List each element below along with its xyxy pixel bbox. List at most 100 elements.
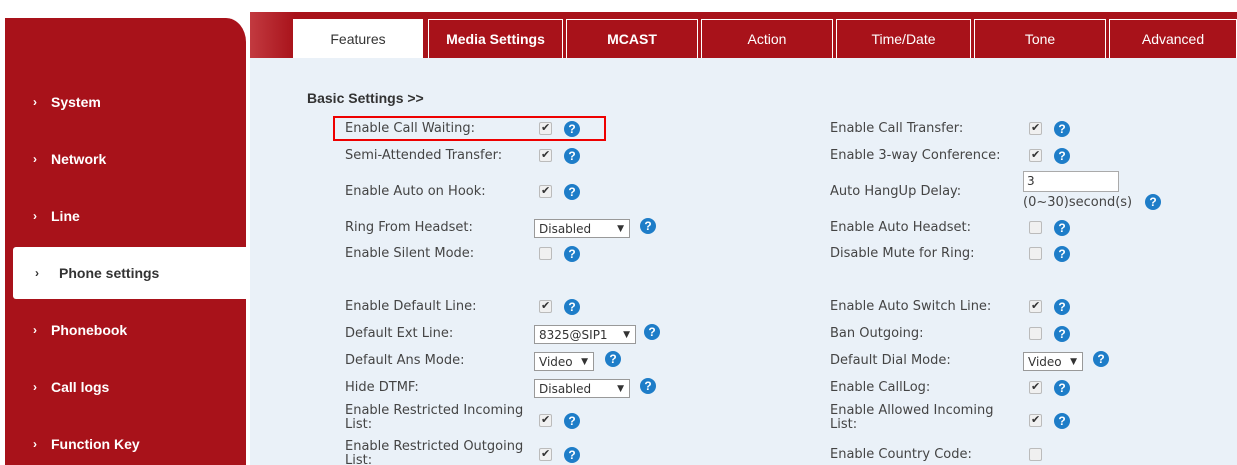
help-icon[interactable]: ? [564, 246, 580, 262]
restricted-incoming-label: Enable Restricted Incoming List: [345, 404, 523, 432]
default-ans-mode-select[interactable]: Video ▼ [534, 352, 594, 371]
country-code-label: Enable Country Code: [830, 447, 972, 462]
default-line-checkbox[interactable] [539, 299, 552, 313]
help-icon[interactable]: ? [1054, 121, 1070, 137]
hide-dtmf-select[interactable]: Disabled ▼ [534, 379, 630, 398]
ring-from-headset-select[interactable]: Disabled ▼ [534, 219, 630, 238]
help-icon[interactable]: ? [1093, 351, 1109, 367]
call-transfer-checkbox[interactable] [1029, 121, 1042, 135]
default-line-label: Enable Default Line: [345, 299, 477, 314]
tab-bar-gradient [250, 12, 295, 58]
chevron-right-icon: › [33, 152, 37, 166]
disable-mute-ring-checkbox[interactable] [1029, 247, 1042, 260]
chevron-right-icon: › [33, 323, 37, 337]
tab-action[interactable]: Action [701, 19, 833, 58]
call-log-checkbox[interactable] [1029, 380, 1042, 394]
label-line: Enable Allowed Incoming [830, 403, 994, 418]
default-ext-line-label: Default Ext Line: [345, 326, 454, 341]
country-code-checkbox[interactable] [1029, 448, 1042, 461]
ring-from-headset-label: Ring From Headset: [345, 220, 473, 235]
chevron-right-icon: › [33, 380, 37, 394]
auto-switch-line-checkbox[interactable] [1029, 299, 1042, 313]
help-icon[interactable]: ? [564, 121, 580, 137]
select-value: 8325@SIP1 [539, 328, 608, 342]
help-icon[interactable]: ? [1054, 326, 1070, 342]
help-icon[interactable]: ? [1054, 299, 1070, 315]
auto-headset-checkbox[interactable] [1029, 221, 1042, 234]
default-ans-mode-label: Default Ans Mode: [345, 353, 465, 368]
sidebar-item-label: Function Key [51, 436, 140, 452]
call-log-label: Enable CallLog: [830, 380, 931, 395]
label-line: List: [345, 417, 373, 432]
help-icon[interactable]: ? [1054, 413, 1070, 429]
ban-outgoing-checkbox[interactable] [1029, 327, 1042, 340]
default-dial-mode-select[interactable]: Video ▼ [1023, 352, 1083, 371]
hide-dtmf-label: Hide DTMF: [345, 380, 419, 395]
label-line: Enable Restricted Outgoing [345, 439, 524, 454]
auto-hangup-delay-label: Auto HangUp Delay: [830, 184, 962, 199]
select-value: Disabled [539, 222, 592, 236]
sidebar-item-label: System [51, 94, 101, 110]
default-dial-mode-label: Default Dial Mode: [830, 353, 951, 368]
call-waiting-label: Enable Call Waiting: [345, 121, 475, 136]
restricted-incoming-checkbox[interactable] [539, 413, 552, 427]
call-transfer-label: Enable Call Transfer: [830, 121, 964, 136]
help-icon[interactable]: ? [640, 378, 656, 394]
help-icon[interactable]: ? [1054, 246, 1070, 262]
default-ext-line-select[interactable]: 8325@SIP1 ▼ [534, 325, 636, 344]
help-icon[interactable]: ? [644, 324, 660, 340]
help-icon[interactable]: ? [564, 447, 580, 463]
auto-switch-line-label: Enable Auto Switch Line: [830, 299, 992, 314]
auto-hangup-delay-input[interactable]: 3 [1023, 171, 1119, 192]
call-waiting-checkbox[interactable] [539, 121, 552, 135]
sidebar-item-line[interactable]: › Line [5, 190, 245, 242]
semi-attended-label: Semi-Attended Transfer: [345, 148, 503, 163]
help-icon[interactable]: ? [1054, 148, 1070, 164]
label-line: List: [830, 417, 858, 432]
sidebar-item-label: Phonebook [51, 322, 128, 338]
allowed-incoming-checkbox[interactable] [1029, 413, 1042, 427]
sidebar-item-call-logs[interactable]: › Call logs [5, 361, 245, 413]
help-icon[interactable]: ? [564, 184, 580, 200]
auto-on-hook-label: Enable Auto on Hook: [345, 184, 486, 199]
tab-media-settings[interactable]: Media Settings [428, 19, 563, 58]
select-value: Disabled [539, 382, 592, 396]
help-icon[interactable]: ? [564, 299, 580, 315]
tab-bar: Features Media Settings MCAST Action Tim… [250, 12, 1237, 58]
dropdown-arrow-icon: ▼ [617, 384, 624, 394]
sidebar-item-label: Network [51, 151, 107, 167]
ban-outgoing-label: Ban Outgoing: [830, 326, 924, 341]
help-icon[interactable]: ? [1054, 220, 1070, 236]
tab-mcast[interactable]: MCAST [566, 19, 698, 58]
chevron-right-icon: › [33, 95, 37, 109]
sidebar: › System › Network › Line › Phone settin… [5, 18, 253, 465]
tab-tone[interactable]: Tone [974, 19, 1106, 58]
chevron-right-icon: › [33, 437, 37, 451]
disable-mute-ring-label: Disable Mute for Ring: [830, 246, 975, 261]
help-icon[interactable]: ? [564, 148, 580, 164]
tab-features[interactable]: Features [293, 19, 423, 58]
help-icon[interactable]: ? [564, 413, 580, 429]
dropdown-arrow-icon: ▼ [1070, 357, 1077, 367]
tab-time-date[interactable]: Time/Date [836, 19, 971, 58]
three-way-checkbox[interactable] [1029, 148, 1042, 162]
sidebar-item-label: Call logs [51, 379, 110, 395]
sidebar-item-network[interactable]: › Network [5, 133, 245, 185]
sidebar-item-phone-settings[interactable]: › Phone settings [13, 247, 253, 299]
help-icon[interactable]: ? [605, 351, 621, 367]
silent-mode-label: Enable Silent Mode: [345, 246, 475, 261]
help-icon[interactable]: ? [640, 218, 656, 234]
tab-advanced[interactable]: Advanced [1109, 19, 1237, 58]
help-icon[interactable]: ? [1054, 380, 1070, 396]
sidebar-item-phonebook[interactable]: › Phonebook [5, 304, 245, 356]
sidebar-item-system[interactable]: › System [5, 76, 245, 128]
auto-headset-label: Enable Auto Headset: [830, 220, 971, 235]
silent-mode-checkbox[interactable] [539, 247, 552, 260]
content-panel: Basic Settings >> Enable Call Waiting: ?… [250, 58, 1237, 465]
restricted-outgoing-checkbox[interactable] [539, 447, 552, 461]
sidebar-item-function-key[interactable]: › Function Key [5, 418, 245, 465]
semi-attended-checkbox[interactable] [539, 148, 552, 162]
auto-on-hook-checkbox[interactable] [539, 184, 552, 198]
help-icon[interactable]: ? [1145, 194, 1161, 210]
restricted-outgoing-label: Enable Restricted Outgoing List: [345, 440, 523, 465]
